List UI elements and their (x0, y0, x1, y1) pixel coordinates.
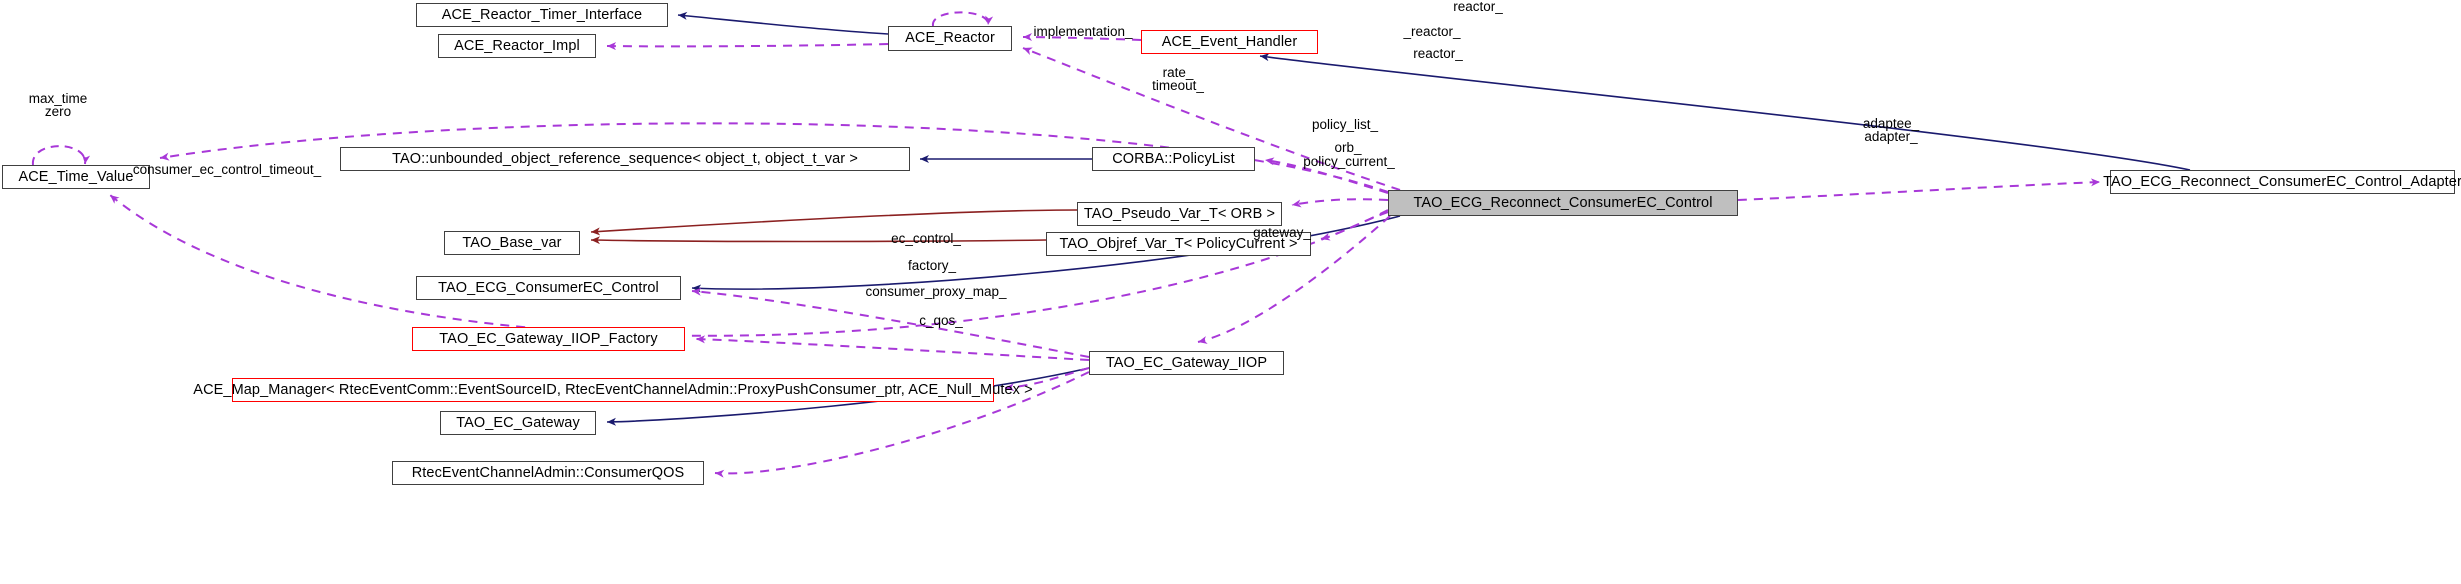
class-node-tao_base_var[interactable]: TAO_Base_var (444, 231, 580, 255)
class-node-ace_event_handler[interactable]: ACE_Event_Handler (1141, 30, 1318, 54)
edge-usage-implementation (606, 42, 889, 51)
class-node-label: TAO::unbounded_object_reference_sequence… (392, 150, 858, 167)
edge-label-lbl-policy-list: policy_list_ (1311, 117, 1379, 132)
class-node-label: TAO_EC_Gateway_IIOP (1105, 354, 1268, 371)
class-node-tao_ec_gateway_iiop[interactable]: TAO_EC_Gateway_IIOP (1089, 351, 1284, 375)
class-node-ace_reactor_timer_interface[interactable]: ACE_Reactor_Timer_Interface (416, 3, 668, 27)
class-node-label: ACE_Map_Manager< RtecEventComm::EventSou… (193, 381, 1033, 398)
class-node-label: TAO_ECG_Reconnect_ConsumerEC_Control (1413, 194, 1713, 211)
class-node-label: ACE_Event_Handler (1161, 33, 1298, 50)
edge-label-lbl-rate-timeout: rate_ timeout_ (1152, 65, 1204, 93)
edge-label-lbl-ec-control: ec_control_ (891, 231, 961, 246)
edge-label-lbl-gateway: gateway_ (1253, 225, 1311, 240)
class-node-label: CORBA::PolicyList (1112, 150, 1235, 167)
class-node-tao_ecg_reconnect_consumerec_control[interactable]: TAO_ECG_Reconnect_ConsumerEC_Control (1388, 190, 1738, 216)
edge-label-lbl-factory: factory_ (907, 258, 957, 273)
class-node-tao_ec_gateway[interactable]: TAO_EC_Gateway (440, 411, 596, 435)
class-node-label: TAO_Pseudo_Var_T< ORB > (1083, 205, 1276, 222)
edge-inheritance-reactor-timer-interface (677, 11, 889, 35)
class-node-tao_ec_gateway_iiop_factory[interactable]: TAO_EC_Gateway_IIOP_Factory (412, 327, 685, 351)
edge-inheritance-pseudovar-basevar (590, 209, 1078, 236)
class-node-tao_ecg_reconnect_consumerec_control_adapter[interactable]: TAO_ECG_Reconnect_ConsumerEC_Control_Ada… (2103, 170, 2461, 194)
class-node-label: TAO_ECG_ConsumerEC_Control (438, 279, 659, 296)
edge-label-lbl-policy-current: policy_current_ (1303, 154, 1395, 169)
class-node-tao_ecg_consumerec_control[interactable]: TAO_ECG_ConsumerEC_Control (416, 276, 681, 300)
edge-usage-control-adapter (1737, 178, 2101, 201)
edge-usage-gatewayiiop-factory (695, 335, 1090, 361)
class-node-label: TAO_EC_Gateway_IIOP_Factory (439, 330, 658, 347)
class-node-ace_reactor[interactable]: ACE_Reactor (888, 26, 1012, 51)
edge-label-lbl-max-time-zero: max_time zero (28, 91, 88, 119)
class-node-ace_reactor_impl[interactable]: ACE_Reactor_Impl (438, 34, 596, 58)
class-node-label: TAO_Base_var (462, 234, 562, 251)
class-node-label: ACE_Reactor (905, 30, 995, 47)
class-node-ace_map_manager[interactable]: ACE_Map_Manager< RtecEventComm::EventSou… (193, 378, 1033, 402)
collaboration-diagram: ACE_Reactor_Timer_Interface ACE_Reactor_I… (0, 0, 2461, 584)
class-node-label: TAO_ECG_Reconnect_ConsumerEC_Control_Ada… (2103, 173, 2461, 190)
class-node-rtec_consumerqos[interactable]: RtecEventChannelAdmin::ConsumerQOS (392, 461, 704, 485)
edge-label-lbl-reactor-self: reactor_ (1453, 0, 1503, 14)
edge-label-lbl-adaptee-adapter: adaptee_ adapter_ (1862, 116, 1920, 144)
edge-label-lbl-orb: orb_ (1334, 140, 1362, 155)
edge-usage-control-pseudovar (1291, 198, 1389, 208)
edge-label-lbl-c-qos: c_qos_ (919, 313, 963, 328)
class-node-tao_unbounded_object_reference_sequence[interactable]: TAO::unbounded_object_reference_sequence… (340, 147, 910, 171)
edge-label-lbl-reactor-right-1: _reactor_ (1403, 24, 1461, 39)
edge-label-lbl-consumer-proxy-map: consumer_proxy_map_ (865, 284, 1007, 299)
class-node-label: TAO_EC_Gateway (456, 414, 580, 431)
edge-label-lbl-reactor-right-2: reactor_ (1413, 46, 1463, 61)
edge-usage-reactor-self (932, 11, 993, 27)
edge-usage-timevalue-self (31, 145, 91, 166)
class-node-label: RtecEventChannelAdmin::ConsumerQOS (411, 464, 685, 481)
class-node-tao_pseudo_var_t_orb[interactable]: TAO_Pseudo_Var_T< ORB > (1077, 202, 1282, 226)
edge-label-lbl-implementation: implementation_ (1033, 24, 1133, 39)
class-node-corba_policylist[interactable]: CORBA::PolicyList (1092, 147, 1255, 171)
edge-usage-gatewayiiop-ecgconsumerec (691, 287, 1090, 358)
edge-layer (31, 11, 2191, 478)
edge-inheritance-adapter-event-handler (1259, 53, 2191, 171)
class-node-label: ACE_Reactor_Timer_Interface (441, 6, 643, 23)
edge-label-lbl-consumer-ec-control-timeout: consumer_ec_control_timeout_ (132, 162, 322, 177)
class-node-label: ACE_Reactor_Impl (454, 37, 580, 54)
